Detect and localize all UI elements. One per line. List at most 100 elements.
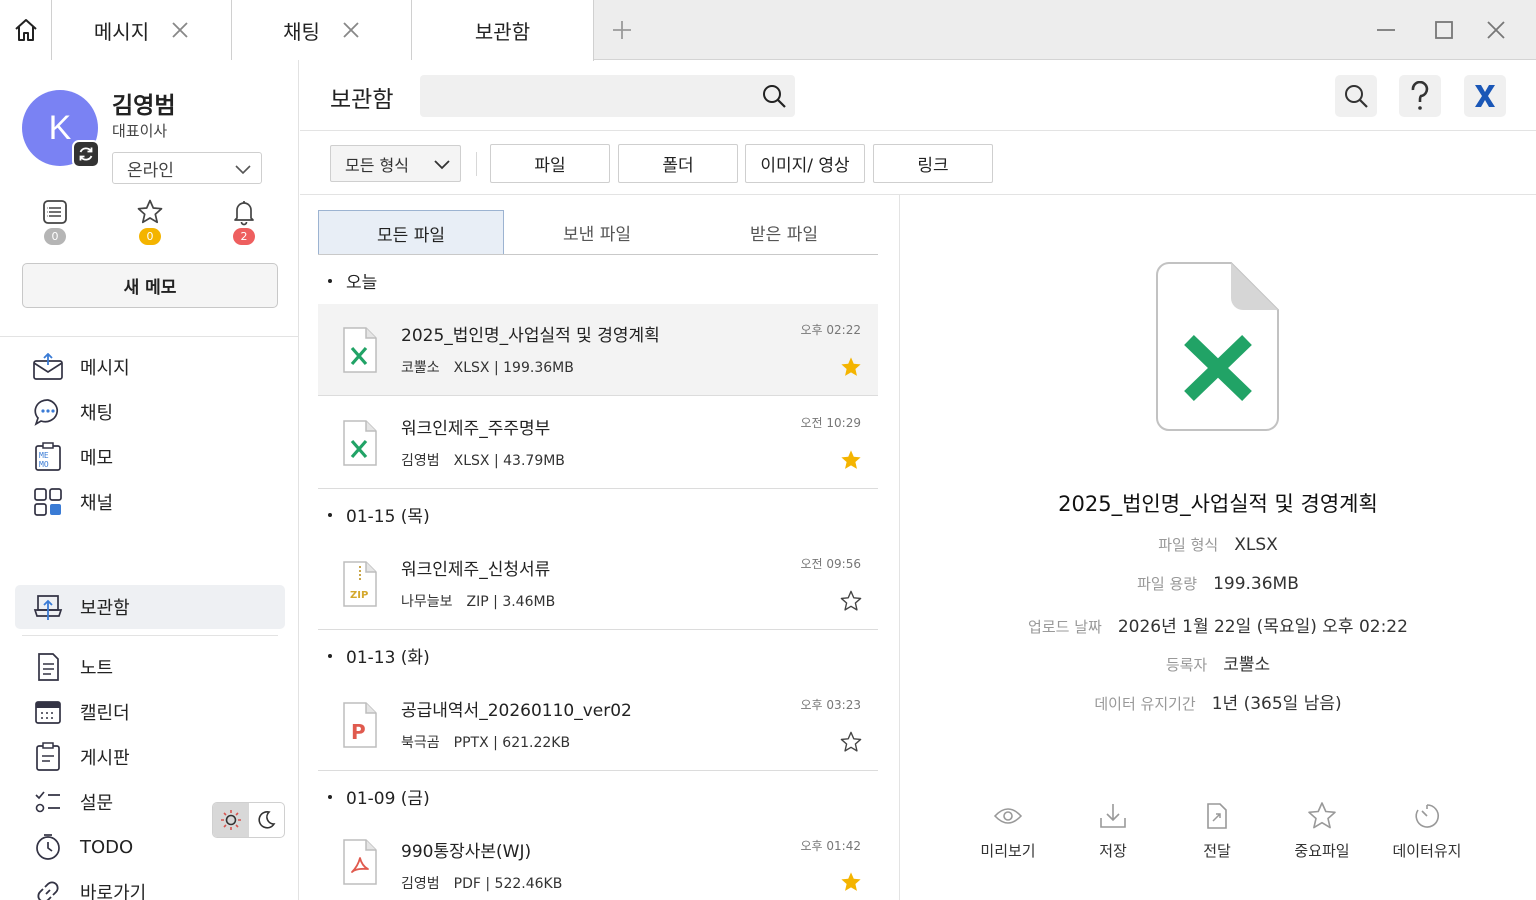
action-label: 저장 — [1099, 842, 1127, 860]
close-icon[interactable] — [342, 21, 360, 39]
star-filled-icon[interactable] — [840, 449, 862, 471]
chevron-down-icon — [235, 161, 251, 181]
home-icon — [14, 19, 37, 41]
sidebar-item-calendar[interactable]: 캘린더 — [15, 690, 285, 734]
search-icon[interactable] — [761, 83, 787, 113]
sidebar: K 김영범 대표이사 온라인 0 0 2 새 메모 메시지 채팅 ME MO 메모… — [0, 60, 299, 900]
file-row[interactable]: 워크인제주_주주명부 김영범 XLSX | 43.79MB 오전 10:29 — [318, 397, 878, 489]
data-retention-button[interactable]: 데이터유지 — [1377, 800, 1477, 861]
home-tab[interactable] — [0, 0, 52, 60]
group-label: 오늘 — [346, 273, 378, 293]
zip-file-icon: ZIP — [343, 561, 377, 607]
sidebar-item-messages[interactable]: 메시지 — [15, 345, 285, 389]
app-brand-button[interactable] — [1464, 75, 1506, 117]
search-icon — [1345, 85, 1368, 108]
add-tab-icon[interactable] — [606, 16, 638, 44]
moon-icon[interactable] — [249, 803, 285, 837]
file-name: 워크인제주_신청서류 — [401, 560, 551, 580]
sidebar-item-channel[interactable]: 채널 — [15, 480, 285, 524]
theme-toggle[interactable] — [212, 802, 285, 838]
channel-icon — [32, 486, 64, 518]
maximize-icon[interactable] — [1428, 14, 1460, 46]
file-size: 3.46MB — [502, 594, 556, 610]
search-input[interactable] — [420, 75, 740, 117]
save-button[interactable]: 저장 — [1063, 800, 1163, 861]
filter-folder-button[interactable]: 폴더 — [618, 144, 738, 183]
file-row[interactable]: ZIP 워크인제주_신청서류 나무늘보 ZIP | 3.46MB 오전 09:56 — [318, 538, 878, 630]
svg-text:ZIP: ZIP — [350, 590, 368, 601]
sun-icon[interactable] — [213, 803, 249, 837]
tab-sent-files[interactable]: 보낸 파일 — [504, 210, 690, 255]
tab-label: 메시지 — [93, 19, 150, 44]
sidebar-item-chat[interactable]: 채팅 — [15, 390, 285, 434]
file-meta: 김영범 PDF | 522.46KB — [401, 876, 563, 892]
detail-value: 코뿔소 — [1223, 655, 1271, 675]
sidebar-item-memo[interactable]: ME MO 메모 — [15, 435, 285, 479]
file-name: 공급내역서_20260110_ver02 — [401, 701, 632, 721]
star-filled-icon[interactable] — [840, 356, 862, 378]
count-badge: 0 — [139, 228, 161, 245]
tab-received-files[interactable]: 받은 파일 — [690, 210, 878, 255]
forward-button[interactable]: 전달 — [1167, 800, 1267, 861]
tab-messages[interactable]: 메시지 — [52, 0, 232, 60]
sidebar-item-label: 메모 — [80, 448, 114, 469]
notification-counter[interactable]: 2 — [224, 198, 264, 254]
window-close-icon[interactable] — [1480, 14, 1512, 46]
sidebar-item-label: 노트 — [80, 658, 114, 679]
status-dropdown[interactable]: 온라인 — [112, 152, 262, 184]
filter-link-button[interactable]: 링크 — [873, 144, 993, 183]
survey-icon — [32, 786, 64, 818]
search-field[interactable] — [420, 75, 795, 117]
file-size: 199.36MB — [503, 360, 574, 376]
file-row[interactable]: P 공급내역서_20260110_ver02 북극곰 PPTX | 621.22K… — [318, 679, 878, 771]
file-row[interactable]: 2025_법인명_사업실적 및 경영계획 코뿔소 XLSX | 199.36MB … — [318, 304, 878, 396]
sidebar-item-shortcut[interactable]: 바로가기 — [15, 870, 285, 900]
help-button[interactable] — [1399, 75, 1441, 117]
file-type: ZIP — [466, 594, 489, 610]
file-row[interactable]: 990통장사본(WJ) 김영범 PDF | 522.46KB 오후 01:42 — [318, 808, 878, 900]
filter-image-video-button[interactable]: 이미지/ 영상 — [745, 144, 865, 183]
tab-bar: 메시지 채팅 보관함 — [0, 0, 1536, 61]
star-filled-icon[interactable] — [840, 871, 862, 893]
pdf-file-icon — [343, 839, 377, 885]
sync-icon[interactable] — [72, 140, 100, 168]
filter-file-button[interactable]: 파일 — [490, 144, 610, 183]
memo-list-counter[interactable]: 0 — [35, 198, 75, 254]
mail-icon — [32, 351, 64, 383]
file-type: XLSX — [453, 360, 490, 376]
new-memo-button[interactable]: 새 메모 — [22, 263, 278, 308]
favorite-counter[interactable]: 0 — [130, 198, 170, 254]
count-badge: 0 — [44, 228, 66, 245]
star-outline-icon[interactable] — [840, 590, 862, 612]
sidebar-item-archive[interactable]: 보관함 — [15, 585, 285, 629]
star-outline-icon[interactable] — [840, 731, 862, 753]
file-meta: 코뿔소 XLSX | 199.36MB — [401, 360, 574, 376]
avatar-initial: K — [48, 108, 72, 147]
action-label: 미리보기 — [980, 842, 1036, 860]
minimize-icon[interactable] — [1370, 14, 1402, 46]
bell-icon — [234, 201, 254, 226]
file-type: PPTX — [453, 735, 489, 751]
format-select[interactable]: 모든 형식 — [330, 145, 461, 182]
divider — [0, 336, 299, 337]
detail-value: 2026년 1월 22일 (목요일) 오후 02:22 — [1117, 617, 1408, 637]
file-size: 43.79MB — [503, 453, 565, 469]
tab-chat[interactable]: 채팅 — [232, 0, 412, 60]
global-search-button[interactable] — [1335, 75, 1377, 117]
calendar-icon — [32, 696, 64, 728]
detail-row: 업로드 날짜 2026년 1월 22일 (목요일) 오후 02:22 — [900, 612, 1536, 637]
detail-key: 파일 용량 — [1137, 575, 1198, 593]
important-file-button[interactable]: 중요파일 — [1272, 800, 1372, 861]
tab-archive[interactable]: 보관함 — [412, 0, 594, 61]
file-owner: 나무늘보 — [401, 594, 453, 610]
tab-all-files[interactable]: 모든 파일 — [318, 210, 504, 255]
preview-button[interactable]: 미리보기 — [958, 800, 1058, 861]
sidebar-item-note[interactable]: 노트 — [15, 645, 285, 689]
sidebar-item-board[interactable]: 게시판 — [15, 735, 285, 779]
detail-row: 파일 형식 XLSX — [900, 534, 1536, 555]
note-icon — [32, 651, 64, 683]
download-icon — [1097, 800, 1129, 832]
group-header: 01-15 (목) — [328, 502, 430, 527]
close-icon[interactable] — [171, 21, 189, 39]
group-header: 01-13 (화) — [328, 643, 430, 668]
